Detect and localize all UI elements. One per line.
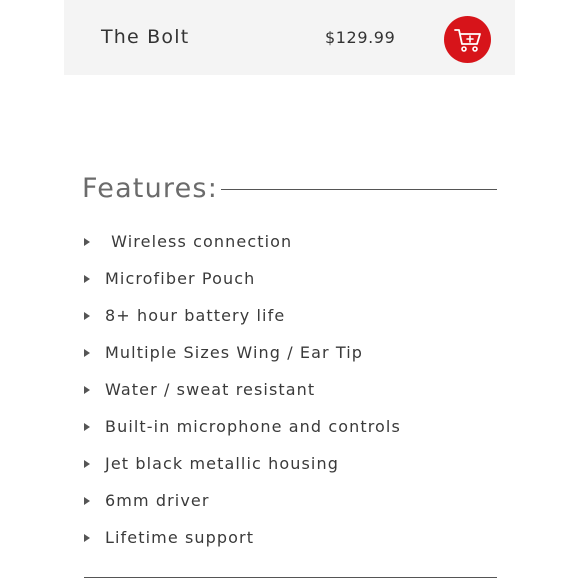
add-to-cart-icon: [454, 29, 481, 52]
feature-list: Wireless connection Microfiber Pouch 8+ …: [84, 223, 524, 556]
feature-item: Built-in microphone and controls: [84, 408, 524, 445]
bottom-divider: [84, 577, 497, 578]
feature-text: 6mm driver: [105, 491, 210, 510]
feature-text: Microfiber Pouch: [105, 269, 256, 288]
features-divider: [221, 189, 497, 190]
triangle-bullet-icon: [84, 533, 90, 542]
feature-item: Microfiber Pouch: [84, 260, 524, 297]
feature-text: 8+ hour battery life: [105, 306, 286, 325]
feature-item: 6mm driver: [84, 482, 524, 519]
product-price: $129.99: [325, 28, 396, 47]
feature-item: Water / sweat resistant: [84, 371, 524, 408]
features-heading: Features:: [82, 173, 218, 204]
triangle-bullet-icon: [84, 459, 90, 468]
feature-text: Water / sweat resistant: [105, 380, 316, 399]
feature-text: Wireless connection: [105, 232, 293, 251]
feature-text: Lifetime support: [105, 528, 255, 547]
feature-item: Wireless connection: [84, 223, 524, 260]
feature-item: Lifetime support: [84, 519, 524, 556]
feature-item: Jet black metallic housing: [84, 445, 524, 482]
feature-item: 8+ hour battery life: [84, 297, 524, 334]
triangle-bullet-icon: [84, 385, 90, 394]
feature-text: Jet black metallic housing: [105, 454, 339, 473]
triangle-bullet-icon: [84, 274, 90, 283]
product-bar: The Bolt $129.99: [64, 0, 515, 75]
triangle-bullet-icon: [84, 348, 90, 357]
feature-item: Multiple Sizes Wing / Ear Tip: [84, 334, 524, 371]
feature-text: Multiple Sizes Wing / Ear Tip: [105, 343, 364, 362]
triangle-bullet-icon: [84, 237, 90, 246]
feature-text: Built-in microphone and controls: [105, 417, 401, 436]
triangle-bullet-icon: [84, 496, 90, 505]
add-to-cart-button[interactable]: [444, 16, 491, 63]
triangle-bullet-icon: [84, 311, 90, 320]
product-name: The Bolt: [101, 26, 190, 48]
triangle-bullet-icon: [84, 422, 90, 431]
